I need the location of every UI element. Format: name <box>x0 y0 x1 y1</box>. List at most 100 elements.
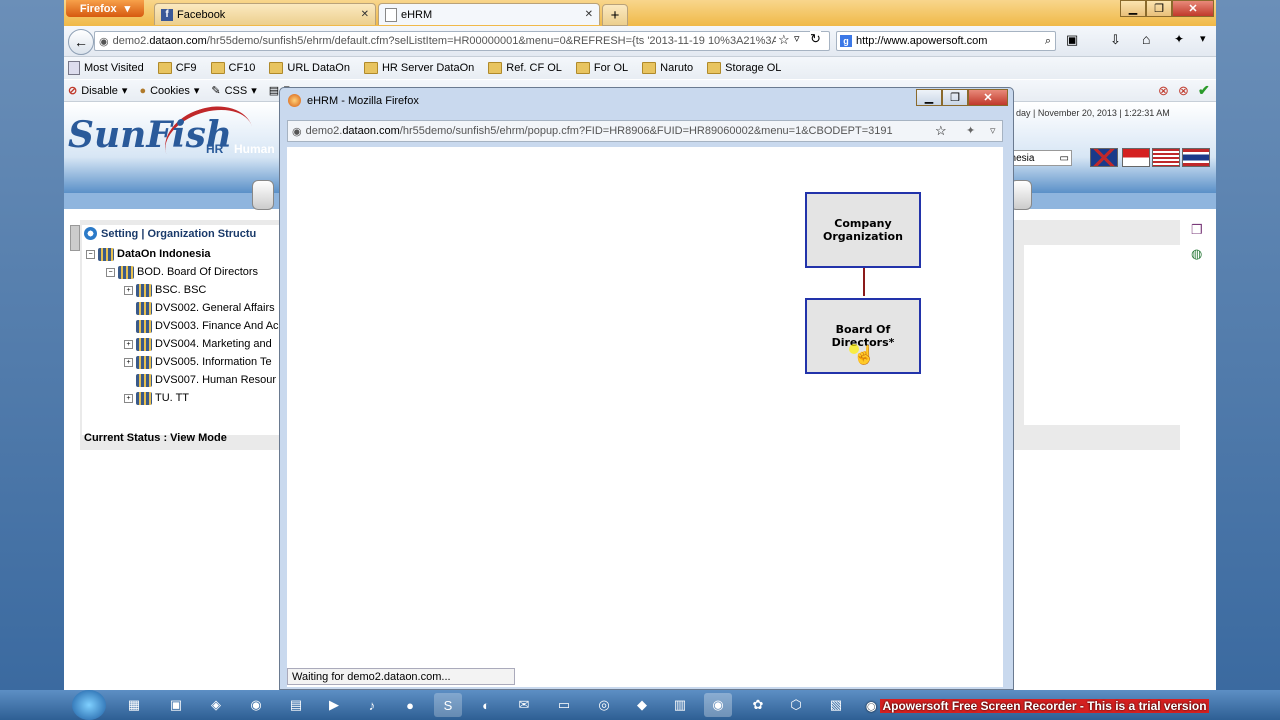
minimize-button[interactable]: ▁ <box>1120 0 1146 17</box>
bookmark-folder[interactable]: URL DataOn <box>269 62 350 74</box>
popup-window: eHRM - Mozilla Firefox ▁ ❐ ✕ ◉ demo2. dat… <box>279 87 1014 690</box>
check-icon[interactable]: ✔ <box>1198 82 1210 99</box>
expand-icon[interactable]: + <box>124 357 133 367</box>
firefox-taskbar-icon[interactable]: ◉ <box>704 693 732 717</box>
taskbar-app-icon[interactable]: ▦ <box>120 693 148 717</box>
bookmark-most-visited[interactable]: Most Visited <box>68 61 144 75</box>
tree-node[interactable]: DVS007. Human Resour <box>124 371 276 389</box>
malaysia-flag-icon[interactable] <box>1152 148 1180 167</box>
popup-url-bar[interactable]: ◉ demo2. dataon.com/hr55demo/sunfish5/ehr… <box>287 120 1003 142</box>
url-bar[interactable]: ◉ demo2. dataon.com/hr55demo/sunfish5/ehr… <box>94 31 830 51</box>
webdev-cookies[interactable]: ● Cookies ▾ <box>139 84 199 98</box>
thailand-flag-icon[interactable] <box>1182 148 1210 167</box>
firefox-menu-button[interactable]: Firefox ▾ <box>66 0 144 17</box>
bookmark-folder[interactable]: Naruto <box>642 62 693 74</box>
expand-icon[interactable]: + <box>124 339 133 349</box>
taskbar-app-icon[interactable]: ✿ <box>744 693 772 717</box>
collapse-sidebar-button[interactable] <box>70 225 80 251</box>
search-icon[interactable]: ⌕ <box>1045 35 1051 48</box>
popup-close-button[interactable]: ✕ <box>968 89 1008 106</box>
tree-node[interactable]: DVS003. Finance And Ac <box>124 317 279 335</box>
dropdown-icon[interactable]: ▿ <box>794 32 800 45</box>
bookmark-star-icon[interactable]: ☆ <box>935 123 947 139</box>
titlebar: Firefox ▾ f Facebook ✕ eHRM ✕ + ▁ ❐ ✕ <box>64 0 1216 26</box>
tree-node[interactable]: + DVS004. Marketing and <box>124 335 272 353</box>
globe-icon: ◉ <box>292 125 302 138</box>
new-tab-button[interactable]: + <box>602 4 628 26</box>
taskbar-app-icon[interactable]: ▶ <box>320 693 348 717</box>
search-input[interactable]: g http://www.apowersoft.com ⌕ <box>836 31 1056 51</box>
expand-icon[interactable]: + <box>124 393 133 403</box>
tree-label: TU. TT <box>155 392 190 404</box>
close-icon[interactable]: ✕ <box>585 9 593 20</box>
bookmark-star-icon[interactable]: ☆ <box>776 32 792 48</box>
taskbar-app-icon[interactable]: ◐ <box>472 693 500 717</box>
taskbar-app-icon[interactable]: ● <box>396 693 424 717</box>
tree-node[interactable]: + BSC. BSC <box>124 281 206 299</box>
error-icon[interactable]: ⊗ <box>1158 83 1169 99</box>
org-node-company[interactable]: Company Organization <box>805 192 921 268</box>
download-icon[interactable]: ⇩ <box>1110 32 1121 48</box>
taskbar-app-icon[interactable]: ▭ <box>550 693 578 717</box>
addon-icon[interactable]: ✦ <box>966 124 975 137</box>
tree-label: DVS002. General Affairs <box>155 302 275 314</box>
menu-left-button[interactable] <box>252 180 274 210</box>
tree-node[interactable]: − DataOn Indonesia <box>86 245 211 263</box>
org-people-icon <box>136 301 152 315</box>
webdev-css[interactable]: ✎ CSS ▾ <box>211 84 256 98</box>
tree-node[interactable]: DVS002. General Affairs <box>124 299 275 317</box>
popup-content: Company Organization Board Of Directors*… <box>287 147 1003 687</box>
start-button[interactable] <box>72 690 106 720</box>
bookmark-folder[interactable]: CF10 <box>210 62 255 74</box>
taskbar-app-icon[interactable]: ▥ <box>666 693 694 717</box>
tree-label: BOD. Board Of Directors <box>137 266 259 278</box>
bookmark-folder[interactable]: For OL <box>575 62 628 74</box>
popup-minimize-button[interactable]: ▁ <box>916 89 942 106</box>
menu-dropdown-icon[interactable]: ▿ <box>990 124 996 137</box>
bookmark-folder[interactable]: Ref. CF OL <box>488 62 562 74</box>
back-button[interactable]: ← <box>68 29 94 55</box>
folder-icon <box>269 62 284 74</box>
addon-icon[interactable]: ✦ <box>1174 32 1184 46</box>
collapse-icon[interactable]: − <box>86 249 95 259</box>
bookmark-folder[interactable]: Storage OL <box>707 62 781 74</box>
tree-node[interactable]: − BOD. Board Of Directors <box>106 263 258 281</box>
home-screen-icon[interactable]: ▣ <box>1066 32 1078 48</box>
tree-node[interactable]: + TU. TT <box>124 389 189 407</box>
taskbar-app-icon[interactable]: ▣ <box>162 693 190 717</box>
collapse-icon[interactable]: − <box>106 267 115 277</box>
tab-facebook[interactable]: f Facebook ✕ <box>154 3 376 25</box>
taskbar-app-icon[interactable]: ◈ <box>202 693 230 717</box>
taskbar-app-icon[interactable]: ✉ <box>510 693 538 717</box>
book-icon[interactable]: ❒ <box>1191 222 1207 238</box>
skype-icon[interactable]: S <box>434 693 462 717</box>
taskbar-app-icon[interactable]: ⬡ <box>782 693 810 717</box>
error-icon[interactable]: ⊗ <box>1178 83 1189 99</box>
maximize-button[interactable]: ❐ <box>1146 0 1172 17</box>
org-people-icon <box>136 283 152 297</box>
bookmark-folder[interactable]: CF9 <box>157 62 197 74</box>
taskbar-app-icon[interactable]: ◆ <box>628 693 656 717</box>
taskbar-app-icon[interactable]: ♪ <box>358 693 386 717</box>
reload-icon[interactable]: ↻ <box>810 31 821 47</box>
taskbar-app-icon[interactable]: ◉ <box>242 693 270 717</box>
chrome-icon[interactable]: ◎ <box>590 693 618 717</box>
bookmarks-toolbar: Most Visited CF9 CF10 URL DataOn HR Serv… <box>64 57 1216 79</box>
menu-dropdown-icon[interactable]: ▾ <box>1200 32 1206 45</box>
webdev-disable[interactable]: ⊘ Disable ▾ <box>68 84 127 98</box>
taskbar-app-icon[interactable]: ▧ <box>822 693 850 717</box>
cursor-highlight <box>849 344 859 354</box>
tab-ehrm[interactable]: eHRM ✕ <box>378 3 600 25</box>
uk-flag-icon[interactable] <box>1090 148 1118 167</box>
close-icon[interactable]: ✕ <box>361 9 369 20</box>
home-icon[interactable]: ⌂ <box>1142 31 1150 47</box>
popup-maximize-button[interactable]: ❐ <box>942 89 968 106</box>
expand-icon[interactable]: + <box>124 285 133 295</box>
refresh-icon[interactable]: ◍ <box>1191 246 1207 262</box>
indonesia-flag-icon[interactable] <box>1122 148 1150 167</box>
tree-node[interactable]: + DVS005. Information Te <box>124 353 272 371</box>
bookmark-folder[interactable]: HR Server DataOn <box>363 62 474 74</box>
taskbar-app-icon[interactable]: ▤ <box>282 693 310 717</box>
close-window-button[interactable]: ✕ <box>1172 0 1214 17</box>
popup-status-text: Waiting for demo2.dataon.com... <box>292 670 451 683</box>
